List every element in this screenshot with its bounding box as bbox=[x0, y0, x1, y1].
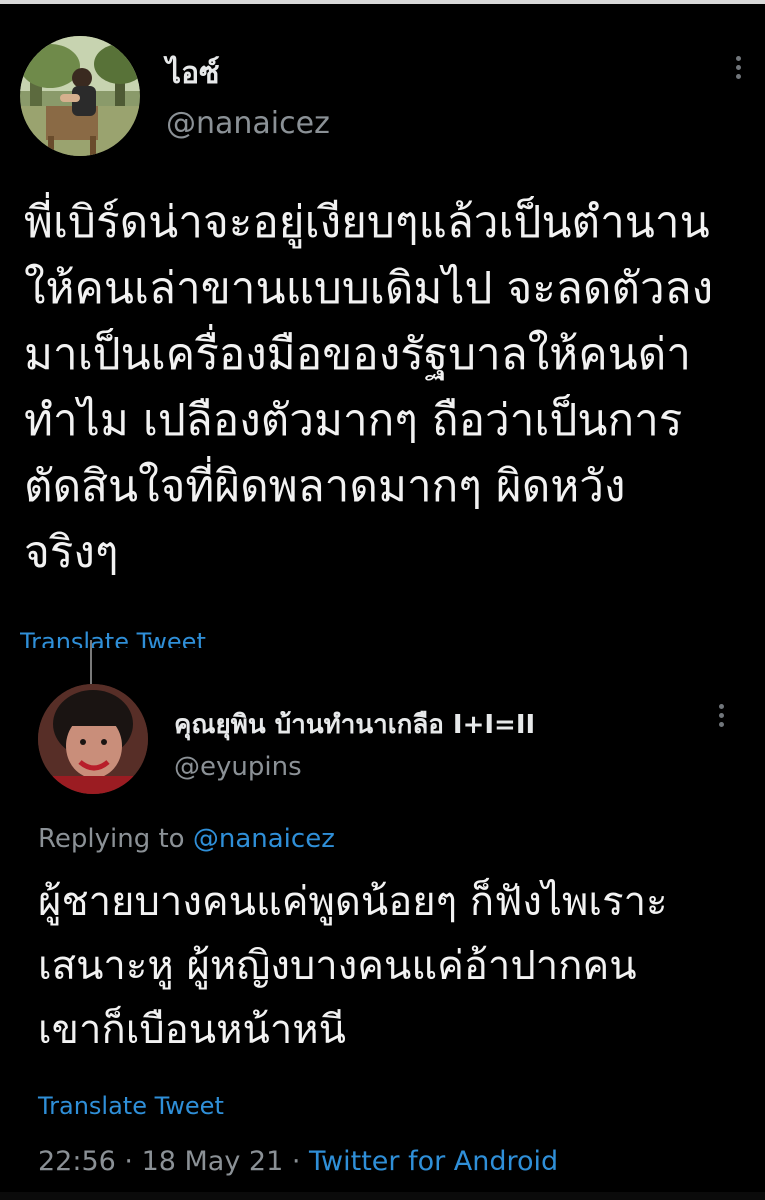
reply-text-line: เขาก็เบือนหน้าหนี bbox=[38, 1007, 347, 1053]
screen: ไอซ์ @nanaicez พี่เบิร์ดน่าจะอยู่เงียบๆแ… bbox=[0, 0, 765, 1200]
thread-connector-line bbox=[90, 640, 92, 684]
tweet-text-line: พี่เบิร์ดน่าจะอยู่เงียบๆแล้วเป็นตำนาน bbox=[24, 197, 710, 248]
author-handle[interactable]: @nanaicez bbox=[166, 106, 330, 141]
reply-author-handle[interactable]: @eyupins bbox=[174, 752, 302, 782]
more-vertical-icon[interactable] bbox=[734, 56, 742, 79]
tweet-text-line: ทำไม เปลืองตัวมากๆ ถือว่าเป็นการ bbox=[24, 395, 683, 446]
tweet-text-line: ให้คนเล่าขานแบบเดิมไป จะลดตัวลง bbox=[24, 263, 714, 314]
tweet-text-line: มาเป็นเครื่องมือของรัฐบาลให้คนด่า bbox=[24, 329, 691, 380]
tweet-time: 22:56 bbox=[38, 1146, 116, 1177]
top-frame-edge bbox=[0, 0, 765, 4]
translate-tweet-link[interactable]: Translate Tweet bbox=[20, 628, 206, 648]
reply-text: ผู้ชายบางคนแค่พูดน้อยๆ ก็ฟังไพเราะ เสนาะ… bbox=[38, 870, 668, 1062]
meta-separator: · bbox=[115, 1146, 142, 1177]
replying-to: Replying to @nanaicez bbox=[38, 824, 335, 854]
author-name[interactable]: ไอซ์ bbox=[166, 50, 219, 97]
reply-translate-tweet-link[interactable]: Translate Tweet bbox=[38, 1092, 224, 1120]
tweet-text: พี่เบิร์ดน่าจะอยู่เงียบๆแล้วเป็นตำนาน ให… bbox=[24, 190, 713, 586]
author-avatar[interactable] bbox=[20, 36, 140, 156]
tweet-date[interactable]: 18 May 21 bbox=[142, 1146, 284, 1177]
replying-to-mention[interactable]: @nanaicez bbox=[193, 824, 335, 854]
tweet-text-line: ตัดสินใจที่ผิดพลาดมากๆ ผิดหวัง bbox=[24, 461, 626, 512]
tweet-metadata: 22:56 · 18 May 21 · Twitter for Android bbox=[38, 1146, 558, 1177]
tweet-text-line: จริงๆ bbox=[24, 527, 119, 578]
more-vertical-icon[interactable] bbox=[717, 704, 725, 727]
meta-separator: · bbox=[283, 1146, 310, 1177]
bottom-frame-edge bbox=[0, 1192, 765, 1200]
reply-author-avatar[interactable] bbox=[38, 684, 148, 794]
replying-to-prefix: Replying to bbox=[38, 824, 193, 854]
reply-author-name[interactable]: คุณยุพิน บ้านทำนาเกลือ I+I=II bbox=[174, 704, 535, 745]
tweet-source-link[interactable]: Twitter for Android bbox=[309, 1146, 558, 1177]
reply-text-line: เสนาะหู ผู้หญิงบางคนแค่อ้าปากคน bbox=[38, 943, 637, 989]
reply-text-line: ผู้ชายบางคนแค่พูดน้อยๆ ก็ฟังไพเราะ bbox=[38, 879, 668, 925]
